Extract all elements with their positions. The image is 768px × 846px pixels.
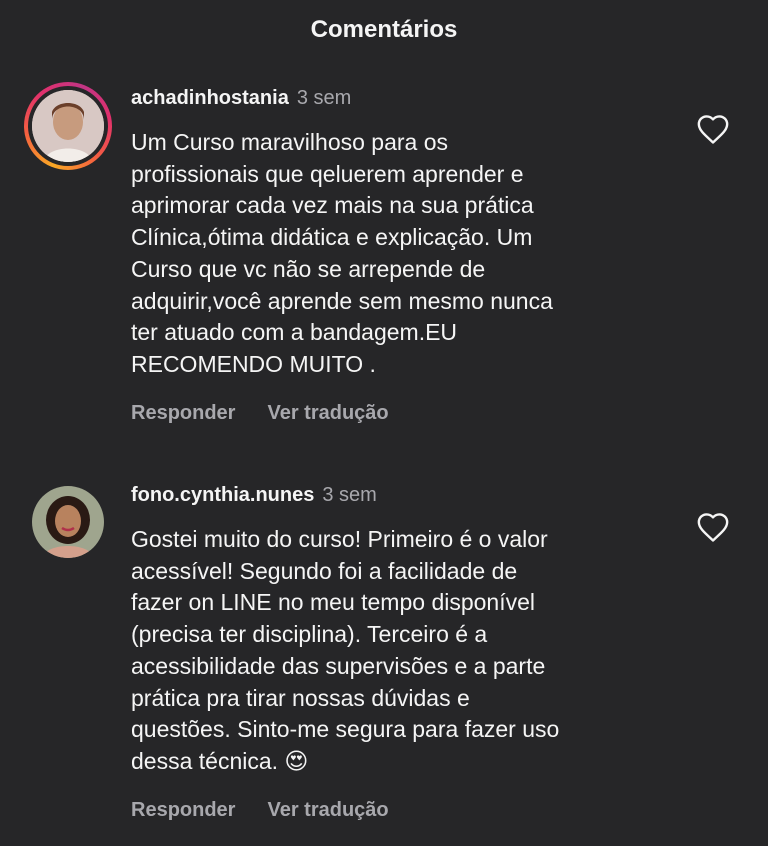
heart-outline-icon[interactable]	[696, 511, 730, 543]
comment-text: Gostei muito do curso! Primeiro é o valo…	[131, 526, 560, 774]
comment-timestamp: 3 sem	[296, 87, 352, 109]
avatar[interactable]	[24, 82, 112, 170]
comments-sheet: Comentários achadinhostania 3 sem Um Curs…	[0, 0, 768, 846]
see-translation-button[interactable]: Ver tradução	[267, 402, 388, 424]
comment-username[interactable]: fono.cynthia.nunes	[131, 484, 314, 506]
comment-username[interactable]: achadinhostania	[131, 87, 289, 109]
page-title: Comentários	[310, 16, 458, 43]
avatar[interactable]	[32, 486, 104, 558]
reply-button[interactable]: Responder	[131, 402, 235, 424]
heart-outline-icon[interactable]	[696, 113, 730, 145]
reply-button[interactable]: Responder	[131, 799, 235, 821]
comment-text: Um Curso maravilhoso para os profissiona…	[131, 129, 553, 377]
comment-timestamp: 3 sem	[322, 484, 377, 506]
see-translation-button[interactable]: Ver tradução	[267, 799, 388, 821]
